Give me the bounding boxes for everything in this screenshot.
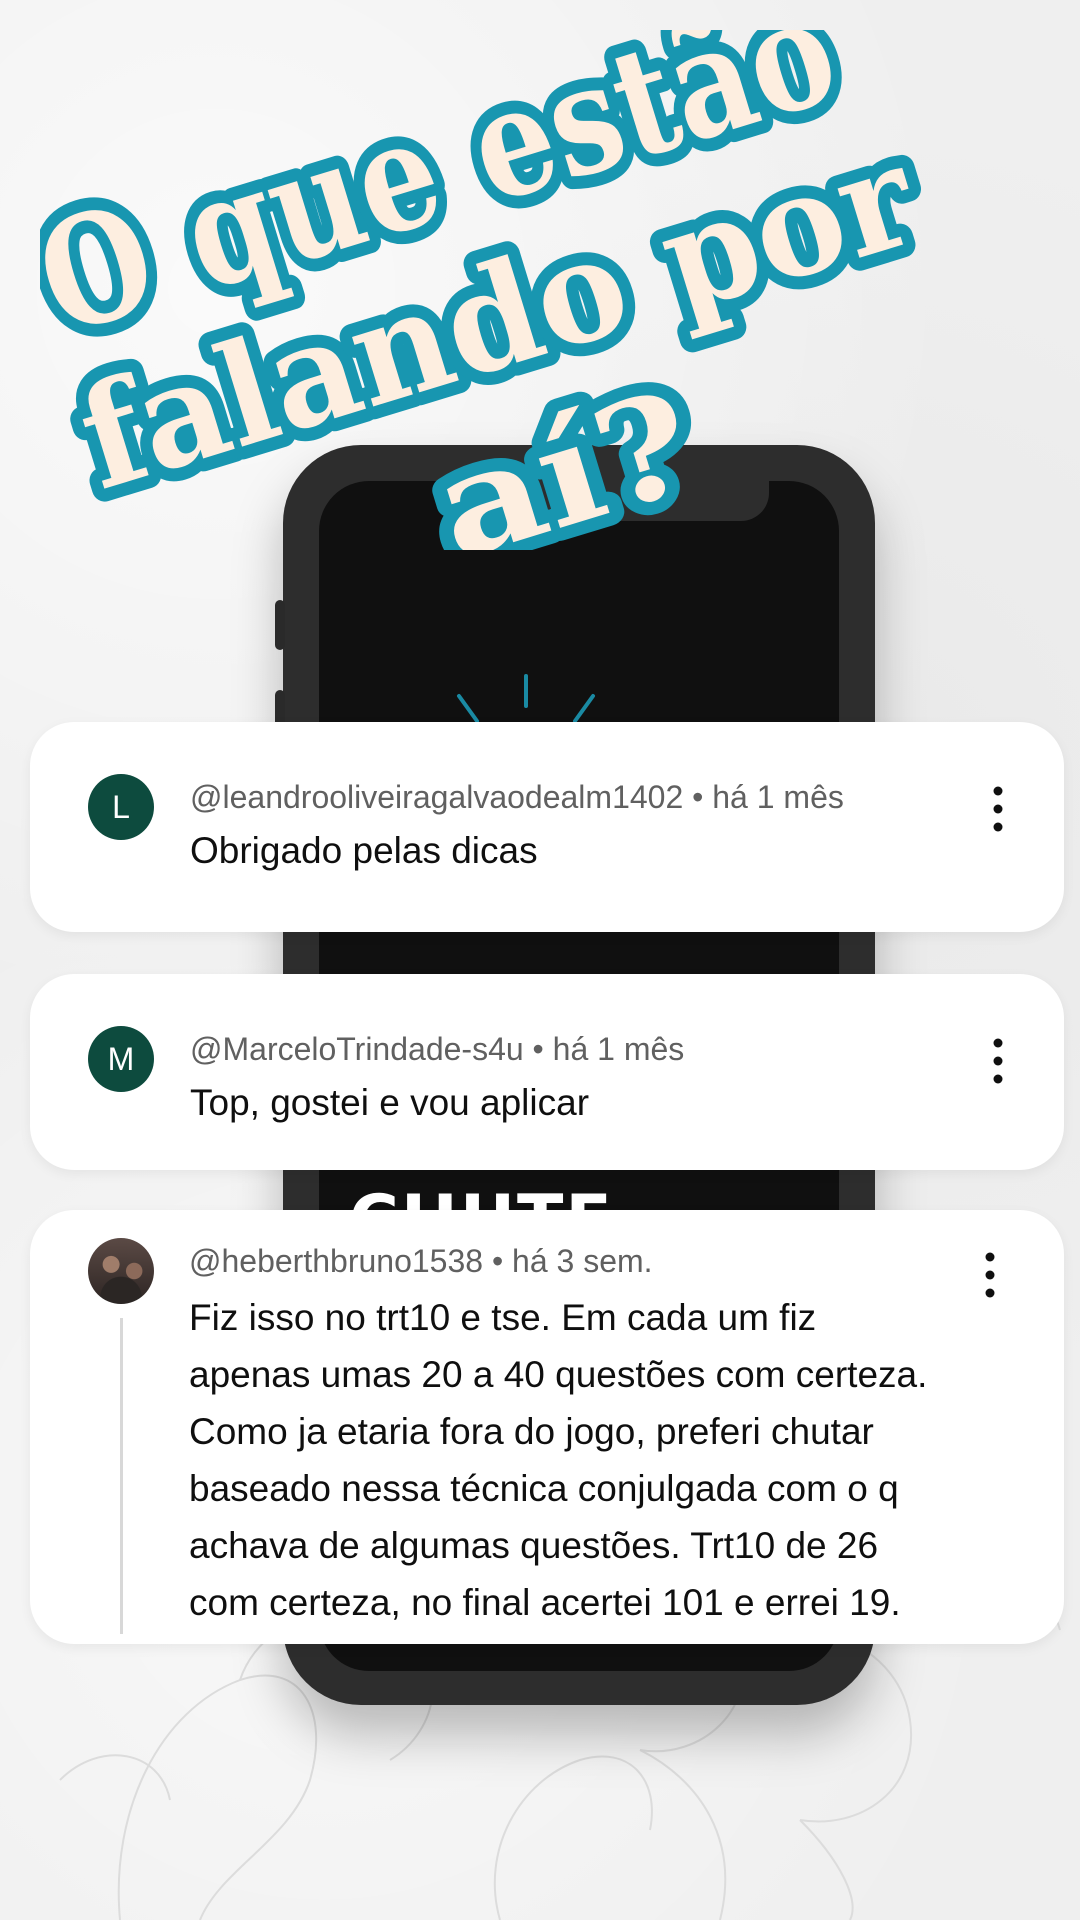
avatar[interactable]: [88, 1238, 154, 1304]
comment-text-line: Fiz isso no trt10 e tse. Em cada um fiz: [189, 1297, 817, 1338]
headline: O que estão falando por aí?: [40, 30, 947, 550]
comment-text: Obrigado pelas dicas: [190, 830, 538, 871]
comment-text: Top, gostei e vou aplicar: [190, 1082, 590, 1123]
comment-text-line: apenas umas 20 a 40 questões com certeza…: [189, 1354, 928, 1395]
comment-text-line: Como ja etaria fora do jogo, preferi chu…: [189, 1411, 874, 1452]
thread-line: [120, 1318, 123, 1634]
comment-text: Fiz isso no trt10 e tse. Em cada um fiz …: [189, 1289, 1049, 1631]
more-vert-icon[interactable]: [983, 784, 1013, 834]
comment-card: L @leandrooliveiragalvaodealm1402 • há 1…: [30, 722, 1064, 932]
comment-card: M @MarceloTrindade-s4u • há 1 mês Top, g…: [30, 974, 1064, 1170]
comment-author-meta[interactable]: @leandrooliveiragalvaodealm1402 • há 1 m…: [190, 779, 844, 816]
phone-side-button: [275, 600, 285, 650]
comment-text-line: achava de algumas questões. Trt10 de 26: [189, 1525, 879, 1566]
comment-card: @heberthbruno1538 • há 3 sem. Fiz isso n…: [30, 1210, 1064, 1644]
comment-author-meta[interactable]: @heberthbruno1538 • há 3 sem.: [189, 1243, 653, 1280]
more-vert-icon[interactable]: [975, 1250, 1005, 1300]
comment-text-line: baseado nessa técnica conjulgada com o q: [189, 1468, 899, 1509]
avatar[interactable]: L: [88, 774, 154, 840]
comment-text-line: com certeza, no final acertei 101 e erre…: [189, 1582, 901, 1623]
comment-author-meta[interactable]: @MarceloTrindade-s4u • há 1 mês: [190, 1031, 684, 1068]
more-vert-icon[interactable]: [983, 1036, 1013, 1086]
avatar[interactable]: M: [88, 1026, 154, 1092]
